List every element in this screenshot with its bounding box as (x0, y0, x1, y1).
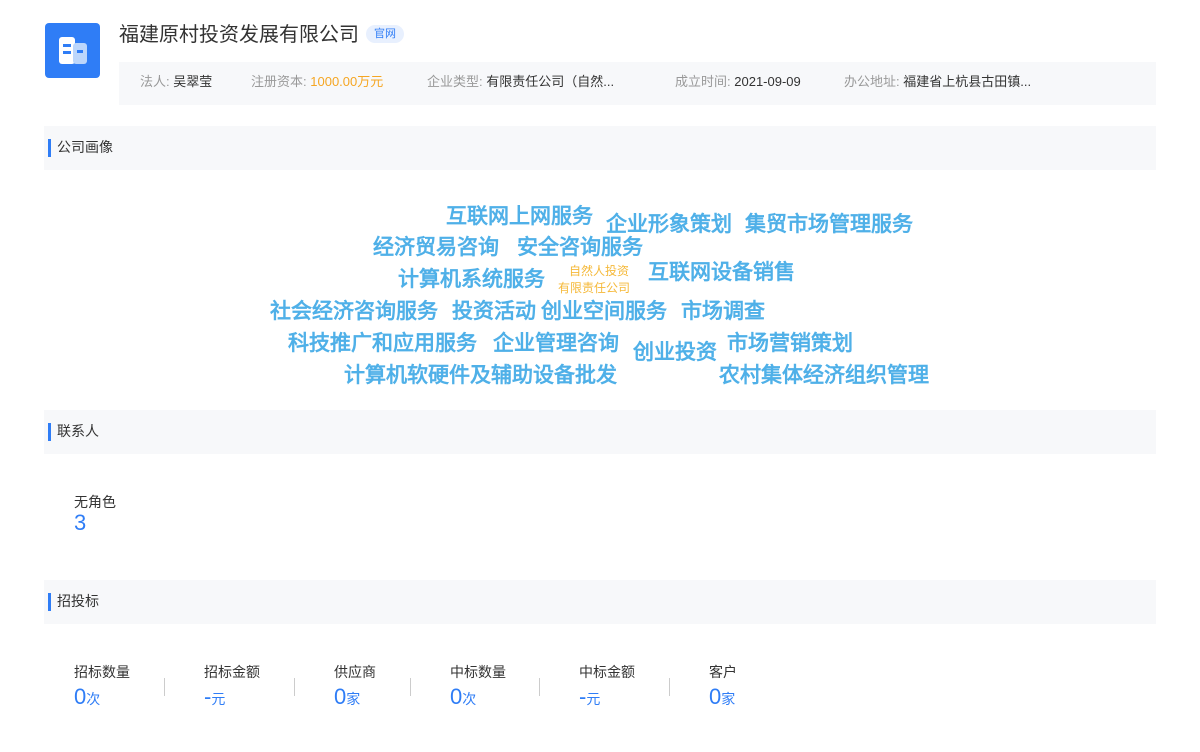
company-name: 福建原村投资发展有限公司 (119, 24, 359, 46)
word-cloud-tag: 互联网设备销售 (648, 261, 795, 284)
stat-value[interactable]: 0家 (334, 684, 376, 710)
stat-label: 中标金额 (579, 664, 635, 680)
info-value: 1000.00万元 (310, 74, 384, 89)
word-cloud-tag: 集贸市场管理服务 (745, 213, 913, 236)
stat-value[interactable]: -元 (579, 684, 635, 710)
company-info-bar: 法人: 吴翠莹 注册资本: 1000.00万元 企业类型: 有限责任公司（自然.… (119, 62, 1156, 105)
stat-divider (669, 678, 670, 696)
stat-label: 供应商 (334, 664, 376, 680)
section-title: 招投标 (57, 593, 99, 609)
stat-value[interactable]: -元 (204, 684, 260, 710)
stat-divider (164, 678, 165, 696)
stat-customers: 客户 0家 (709, 662, 737, 710)
word-cloud-tag: 农村集体经济组织管理 (719, 364, 929, 387)
info-value: 福建省上杭县古田镇... (903, 74, 1032, 89)
stat-unit: 元 (211, 691, 226, 707)
word-cloud-tag: 投资活动 (452, 300, 536, 323)
info-legal-person: 法人: 吴翠莹 (140, 62, 212, 105)
info-value[interactable]: 吴翠莹 (173, 74, 212, 89)
stat-label: 招标金额 (204, 664, 260, 680)
word-cloud-tag: 社会经济咨询服务 (270, 300, 438, 323)
info-office-address: 办公地址: 福建省上杭县古田镇... (844, 62, 1031, 105)
stat-number: 0 (709, 684, 722, 709)
word-cloud-tag: 互联网上网服务 (446, 205, 593, 228)
info-established-date: 成立时间: 2021-09-09 (675, 62, 801, 105)
stat-divider (294, 678, 295, 696)
info-value: 有限责任公司（自然... (486, 74, 615, 89)
word-cloud-tag: 安全咨询服务 (517, 236, 643, 259)
role-count[interactable]: 3 (74, 510, 86, 536)
word-cloud-tag: 计算机系统服务 (398, 268, 545, 291)
word-cloud-tag: 科技推广和应用服务 (288, 332, 477, 355)
word-cloud-tag: 计算机软硬件及辅助设备批发 (344, 364, 617, 387)
building-icon (59, 37, 87, 64)
section-bidding: 招投标 (44, 580, 1156, 624)
word-cloud-tag: 有限责任公司 (558, 281, 631, 295)
stat-label: 客户 (709, 664, 737, 680)
role-label: 无角色 (74, 494, 116, 510)
stat-number: 0 (450, 684, 463, 709)
section-contacts: 联系人 (44, 410, 1156, 454)
stat-unit: 家 (721, 691, 736, 707)
word-cloud-tag: 创业空间服务 (541, 300, 667, 323)
stat-suppliers: 供应商 0家 (334, 662, 376, 710)
stat-value[interactable]: 0家 (709, 684, 737, 710)
word-cloud: 互联网上网服务 企业形象策划 集贸市场管理服务 经济贸易咨询 安全咨询服务 计算… (0, 170, 1200, 410)
stat-label: 中标数量 (450, 664, 506, 680)
word-cloud-tag: 市场营销策划 (727, 332, 853, 355)
stat-unit: 元 (586, 691, 601, 707)
info-key: 注册资本: (251, 74, 307, 89)
word-cloud-tag: 经济贸易咨询 (373, 236, 499, 259)
stat-win-amount: 中标金额 -元 (579, 662, 635, 710)
stat-label: 招标数量 (74, 664, 130, 680)
word-cloud-tag: 市场调查 (681, 300, 765, 323)
stat-bid-count: 招标数量 0次 (74, 662, 130, 710)
stat-unit: 家 (346, 691, 361, 707)
word-cloud-tag: 创业投资 (633, 341, 717, 364)
info-key: 法人: (140, 74, 170, 89)
section-marker (48, 139, 51, 157)
stat-bid-amount: 招标金额 -元 (204, 662, 260, 710)
word-cloud-tag: 企业管理咨询 (493, 332, 619, 355)
stat-number: 0 (74, 684, 87, 709)
stat-number: 0 (334, 684, 347, 709)
stat-divider (539, 678, 540, 696)
section-company-portrait: 公司画像 (44, 126, 1156, 170)
company-logo (45, 23, 100, 78)
stat-unit: 次 (462, 691, 477, 707)
section-title: 公司画像 (57, 139, 113, 155)
info-company-type: 企业类型: 有限责任公司（自然... (427, 62, 614, 105)
info-key: 企业类型: (427, 74, 483, 89)
word-cloud-tag: 自然人投资 (569, 264, 630, 278)
section-marker (48, 423, 51, 441)
section-title: 联系人 (57, 423, 99, 439)
stat-unit: 次 (86, 691, 101, 707)
section-marker (48, 593, 51, 611)
website-badge[interactable]: 官网 (366, 25, 404, 43)
stat-divider (410, 678, 411, 696)
stat-value[interactable]: 0次 (450, 684, 506, 710)
info-key: 成立时间: (675, 74, 731, 89)
info-registered-capital: 注册资本: 1000.00万元 (251, 62, 383, 105)
info-value: 2021-09-09 (734, 74, 801, 89)
info-key: 办公地址: (844, 74, 900, 89)
stat-win-count: 中标数量 0次 (450, 662, 506, 710)
stat-value[interactable]: 0次 (74, 684, 130, 710)
